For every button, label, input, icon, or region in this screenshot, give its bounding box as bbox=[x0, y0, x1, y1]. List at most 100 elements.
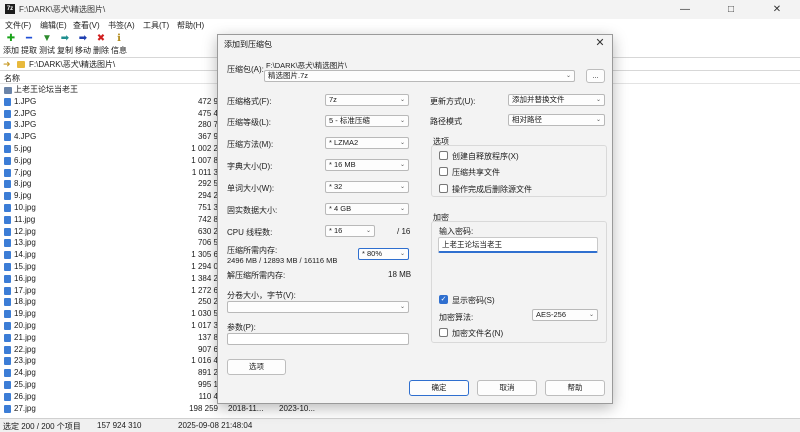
params-label: 参数(P): bbox=[227, 323, 256, 332]
browse-button[interactable]: ... bbox=[586, 69, 605, 83]
threads-select[interactable]: * 16 ⌄ bbox=[325, 225, 375, 237]
enc-names-checkbox[interactable] bbox=[439, 328, 448, 337]
maximize-button[interactable]: □ bbox=[708, 0, 754, 19]
enc-method-select[interactable]: AES-256 ⌄ bbox=[532, 309, 598, 321]
menu-help[interactable]: 帮助(H) bbox=[177, 20, 204, 31]
format-select[interactable]: 7z ⌄ bbox=[325, 94, 409, 106]
image-file-icon bbox=[4, 274, 11, 283]
file-name: 23.jpg bbox=[14, 356, 36, 366]
archive-name-combo[interactable]: 精选图片.7z ⌄ bbox=[264, 70, 575, 82]
file-size: 1 272 6 bbox=[191, 285, 218, 295]
folder-icon bbox=[17, 61, 25, 68]
level-select[interactable]: 5 - 标准压缩 ⌄ bbox=[325, 115, 409, 127]
file-size: 1 017 3 bbox=[191, 321, 218, 330]
file-size: 294 2 bbox=[197, 191, 218, 201]
params-input[interactable] bbox=[227, 333, 409, 345]
table-row[interactable]: 27.jpg 198 259 2018-11... 2023-10... bbox=[0, 403, 800, 414]
file-name: 6.jpg bbox=[14, 155, 32, 165]
enc-method-label: 加密算法: bbox=[439, 313, 474, 322]
address-path[interactable]: F:\DARK\恶犬\精选图片\ bbox=[29, 59, 115, 70]
pathmode-select[interactable]: 相对路径 ⌄ bbox=[508, 114, 605, 126]
file-name: 2.JPG bbox=[14, 108, 37, 118]
image-file-icon bbox=[4, 121, 11, 130]
file-size: 1 002 2 bbox=[191, 144, 218, 153]
column-name[interactable]: 名称 bbox=[4, 73, 20, 84]
window-title: F:\DARK\恶犬\精选图片\ bbox=[19, 5, 106, 14]
file-size: 280 7 bbox=[197, 120, 218, 130]
level-label: 压缩等级(L): bbox=[227, 118, 271, 127]
add-to-archive-dialog: 添加到压缩包 ✕ 压缩包(A): F:\DARK\恶犬\精选图片\ 精选图片.7… bbox=[217, 34, 613, 404]
update-select[interactable]: 添加并替换文件 ⌄ bbox=[508, 94, 605, 106]
up-arrow-icon[interactable]: ➜ bbox=[3, 59, 11, 70]
opt-delete-checkbox[interactable] bbox=[439, 184, 448, 193]
solid-select[interactable]: * 4 GB ⌄ bbox=[325, 203, 409, 215]
dialog-title: 添加到压缩包 bbox=[224, 40, 272, 49]
image-file-icon bbox=[4, 133, 11, 142]
ok-button[interactable]: 确定 bbox=[409, 380, 469, 396]
menu-view[interactable]: 查看(V) bbox=[73, 20, 100, 31]
title-bar: 7z F:\DARK\恶犬\精选图片\ — □ ✕ bbox=[0, 0, 800, 19]
update-label: 更新方式(U): bbox=[430, 97, 476, 106]
file-name: 10.jpg bbox=[14, 203, 36, 212]
image-file-icon bbox=[4, 109, 11, 118]
status-selected: 选定 200 / 200 个项目 bbox=[3, 422, 81, 431]
show-password-checkbox[interactable]: ✓ bbox=[439, 295, 448, 304]
image-file-icon bbox=[4, 156, 11, 165]
file-name: 1.JPG bbox=[14, 96, 37, 106]
help-button[interactable]: 帮助 bbox=[545, 380, 605, 396]
status-bar: 选定 200 / 200 个项目 157 924 310 2025-09-08 … bbox=[0, 418, 800, 432]
image-file-icon bbox=[4, 333, 11, 342]
image-file-icon bbox=[4, 322, 11, 330]
cancel-button[interactable]: 取消 bbox=[477, 380, 537, 396]
minimize-button[interactable]: — bbox=[662, 0, 708, 19]
threads-max: / 16 bbox=[397, 227, 411, 236]
dict-select[interactable]: * 16 MB ⌄ bbox=[325, 159, 409, 171]
show-password-label: 显示密码(S) bbox=[452, 296, 495, 305]
file-size: 110 4 bbox=[198, 391, 218, 401]
opt-sfx-checkbox[interactable] bbox=[439, 151, 448, 160]
info-button[interactable]: ℹ 信息 bbox=[108, 33, 130, 57]
menu-bar: 文件(F) 编辑(E) 查看(V) 书签(A) 工具(T) 帮助(H) bbox=[0, 19, 800, 32]
opt-shared-label: 压缩共享文件 bbox=[452, 168, 500, 177]
method-select[interactable]: * LZMA2 ⌄ bbox=[325, 137, 409, 149]
file-size: 250 2 bbox=[197, 297, 218, 307]
password-input[interactable]: 上老王论坛当老王 bbox=[438, 237, 598, 253]
image-file-icon bbox=[4, 286, 11, 295]
image-file-icon bbox=[4, 381, 11, 389]
options-button[interactable]: 选项 bbox=[227, 359, 286, 375]
split-select[interactable]: ⌄ bbox=[227, 301, 409, 313]
mem-select[interactable]: * 80% ⌄ bbox=[358, 248, 409, 260]
dict-label: 字典大小(D): bbox=[227, 162, 273, 171]
file-name: 26.jpg bbox=[14, 391, 36, 401]
file-name: 15.jpg bbox=[14, 262, 36, 271]
menu-file[interactable]: 文件(F) bbox=[5, 20, 31, 31]
file-created: 2023-10... bbox=[279, 403, 316, 413]
dialog-close-icon[interactable]: ✕ bbox=[593, 36, 607, 49]
opt-shared-checkbox[interactable] bbox=[439, 167, 448, 176]
decomp-label: 解压缩所需内存: bbox=[227, 271, 286, 280]
image-file-icon bbox=[4, 204, 11, 212]
close-window-button[interactable]: ✕ bbox=[754, 0, 800, 19]
file-size: 475 4 bbox=[197, 108, 218, 118]
file-name: 20.jpg bbox=[14, 321, 36, 330]
image-file-icon bbox=[4, 215, 11, 224]
menu-tools[interactable]: 工具(T) bbox=[143, 20, 169, 31]
file-size: 1 305 6 bbox=[191, 250, 218, 260]
file-name: 9.jpg bbox=[14, 191, 32, 201]
word-select[interactable]: * 32 ⌄ bbox=[325, 181, 409, 193]
file-name: 4.JPG bbox=[14, 132, 37, 142]
file-name: 5.jpg bbox=[14, 144, 32, 153]
solid-label: 固实数据大小: bbox=[227, 206, 278, 215]
file-manager-window: 7z F:\DARK\恶犬\精选图片\ — □ ✕ 文件(F) 编辑(E) 查看… bbox=[0, 0, 800, 432]
status-total-size: 157 924 310 bbox=[97, 421, 142, 430]
image-file-icon bbox=[4, 404, 11, 413]
file-size: 891 2 bbox=[197, 368, 218, 378]
menu-edit[interactable]: 编辑(E) bbox=[40, 20, 67, 31]
menu-bookmarks[interactable]: 书签(A) bbox=[108, 20, 135, 31]
file-name: 3.JPG bbox=[14, 120, 37, 130]
file-size: 1 384 2 bbox=[191, 273, 218, 283]
mem-label: 压缩所需内存: bbox=[227, 246, 278, 255]
file-name: 24.jpg bbox=[14, 368, 36, 378]
image-file-icon bbox=[4, 251, 11, 260]
file-name: 8.jpg bbox=[14, 179, 32, 189]
